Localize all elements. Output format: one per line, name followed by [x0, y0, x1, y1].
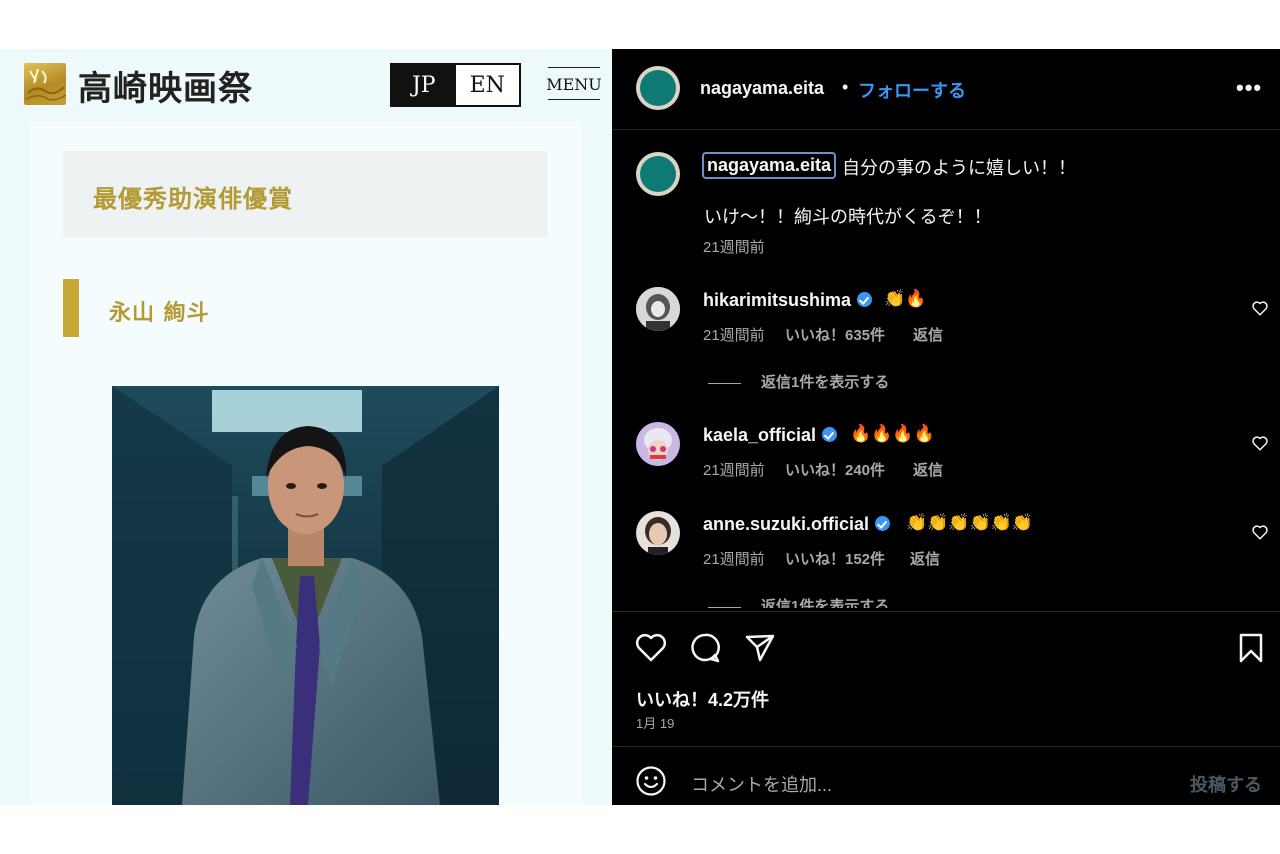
comments-clip: 返信1件を表示する [612, 589, 1280, 608]
comment-text: 🔥🔥🔥🔥 [850, 424, 935, 443]
comment-input[interactable]: コメントを追加... [691, 771, 832, 797]
caption-username[interactable]: nagayama.eita [702, 152, 837, 179]
winner-name: 永山 絢斗 [109, 301, 210, 326]
verified-badge-icon [857, 292, 873, 307]
comment-likes[interactable]: いいね！240件 [785, 459, 885, 480]
comment-avatar[interactable] [636, 511, 680, 555]
reply-line-icon [708, 606, 741, 608]
comment-avatar[interactable] [636, 287, 680, 331]
like-comment-heart-icon[interactable] [1251, 299, 1269, 317]
reply-button[interactable]: 返信 [910, 548, 940, 569]
menu-button[interactable]: MENU [546, 65, 602, 103]
comment-time[interactable]: 21週間前 [703, 459, 765, 480]
comment-username[interactable]: kaela_official [703, 425, 838, 446]
verified-badge-icon [875, 516, 891, 531]
caption-avatar[interactable] [636, 152, 680, 196]
reply-button[interactable]: 返信 [913, 459, 943, 480]
view-replies-button[interactable]: 返信1件を表示する [708, 595, 889, 608]
name-accent-bar [63, 279, 79, 337]
input-divider [612, 746, 1280, 747]
award-title: 最優秀助演俳優賞 [93, 185, 293, 213]
like-heart-icon[interactable] [635, 633, 667, 663]
comment-time[interactable]: 21週間前 [703, 324, 765, 345]
post-comment-button[interactable]: 投稿する [1190, 771, 1262, 797]
language-switch: JP EN [390, 63, 521, 107]
comment-text: 👏🔥 [884, 289, 927, 308]
film-festival-page: 高崎映画祭 JP EN MENU 最優秀助演俳優賞 永山 絢斗 [0, 49, 612, 805]
like-comment-heart-icon[interactable] [1251, 523, 1269, 541]
caption-time[interactable]: 21週間前 [703, 236, 765, 257]
more-options-icon[interactable]: ••• [1236, 75, 1262, 101]
reply-line-icon [708, 382, 741, 384]
comment-likes[interactable]: いいね！152件 [785, 548, 885, 569]
verified-badge-icon [822, 427, 838, 442]
author-avatar[interactable] [636, 66, 680, 110]
lang-jp-button[interactable]: JP [392, 65, 456, 105]
festival-logo-icon[interactable] [24, 63, 66, 105]
save-bookmark-icon[interactable] [1238, 632, 1264, 664]
comment-time[interactable]: 21週間前 [703, 548, 765, 569]
comment-likes[interactable]: いいね！635件 [785, 324, 885, 345]
winner-photo [112, 386, 499, 805]
view-replies-button[interactable]: 返信1件を表示する [708, 371, 889, 392]
caption-line-2: いけ〜！！絢斗の時代がくるぞ！！ [704, 207, 992, 227]
comment-username[interactable]: hikarimitsushima [703, 290, 873, 311]
award-heading-box: 最優秀助演俳優賞 [63, 151, 547, 237]
share-paper-plane-icon[interactable] [744, 632, 776, 664]
comment-avatar[interactable] [636, 422, 680, 466]
lang-en-button[interactable]: EN [455, 65, 519, 105]
caption-line-1: 自分の事のように嬉しい！！ [842, 158, 1076, 178]
emoji-icon[interactable] [635, 765, 667, 797]
comment-username[interactable]: anne.suzuki.official [703, 514, 891, 535]
instagram-post-panel: nagayama.eita • フォローする ••• nagayama.eita… [612, 49, 1280, 805]
like-comment-heart-icon[interactable] [1251, 434, 1269, 452]
header-separator: • [842, 77, 849, 97]
header-divider [612, 129, 1280, 130]
follow-button[interactable]: フォローする [858, 77, 966, 103]
reply-button[interactable]: 返信 [913, 324, 943, 345]
header-username[interactable]: nagayama.eita [700, 78, 824, 99]
site-title[interactable]: 高崎映画祭 [78, 61, 253, 110]
post-date[interactable]: 1月 19 [636, 713, 674, 732]
menu-line-icon [548, 67, 600, 68]
comments-divider [612, 611, 1280, 612]
comment-bubble-icon[interactable] [689, 632, 721, 664]
menu-line-icon [548, 99, 600, 100]
menu-label: MENU [546, 75, 602, 94]
likes-count[interactable]: いいね！4.2万件 [636, 686, 769, 712]
comment-text: 👏👏👏👏👏👏 [906, 513, 1034, 532]
site-header: 高崎映画祭 JP EN MENU [0, 49, 612, 122]
